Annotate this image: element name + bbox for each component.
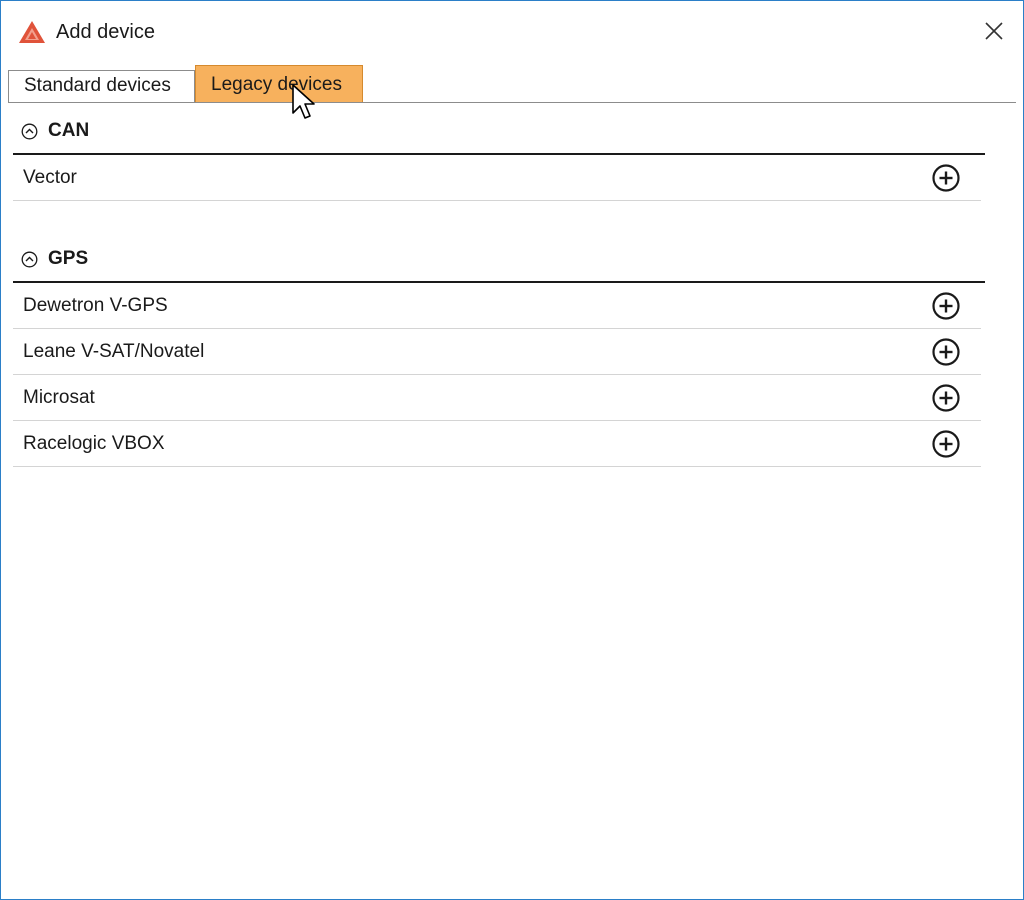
chevron-up-circle-icon[interactable] — [21, 251, 38, 268]
list-item: Racelogic VBOX — [13, 421, 981, 467]
plus-circle-icon[interactable] — [931, 291, 961, 321]
device-tabs: Standard devices Legacy devices — [8, 65, 1016, 103]
chevron-up-circle-icon[interactable] — [21, 123, 38, 140]
plus-circle-icon[interactable] — [931, 163, 961, 193]
list-item: Vector — [13, 155, 981, 201]
section-gps: GPS Dewetron V-GPS Leane V-SAT/Novatel M… — [13, 231, 985, 467]
device-label: Racelogic VBOX — [23, 433, 165, 454]
dialog-title: Add device — [56, 21, 155, 43]
plus-circle-icon[interactable] — [931, 429, 961, 459]
add-device-dialog: Add device Standard devices Legacy devic… — [0, 0, 1024, 900]
title-bar: Add device — [1, 1, 1023, 61]
list-item: Microsat — [13, 375, 981, 421]
plus-circle-icon[interactable] — [931, 383, 961, 413]
section-header-gps[interactable]: GPS — [13, 231, 985, 283]
dewesoft-logo-icon — [19, 21, 45, 43]
tab-standard-devices[interactable]: Standard devices — [8, 70, 195, 102]
close-icon[interactable] — [979, 16, 1009, 46]
device-label: Vector — [23, 167, 77, 188]
list-item: Dewetron V-GPS — [13, 283, 981, 329]
section-can: CAN Vector — [13, 103, 985, 201]
section-title-can: CAN — [48, 120, 90, 141]
device-label: Dewetron V-GPS — [23, 295, 168, 316]
list-item: Leane V-SAT/Novatel — [13, 329, 981, 375]
section-title-gps: GPS — [48, 248, 89, 269]
tab-legacy-devices[interactable]: Legacy devices — [195, 65, 363, 102]
plus-circle-icon[interactable] — [931, 337, 961, 367]
device-label: Leane V-SAT/Novatel — [23, 341, 205, 362]
section-header-can[interactable]: CAN — [13, 103, 985, 155]
device-label: Microsat — [23, 387, 95, 408]
